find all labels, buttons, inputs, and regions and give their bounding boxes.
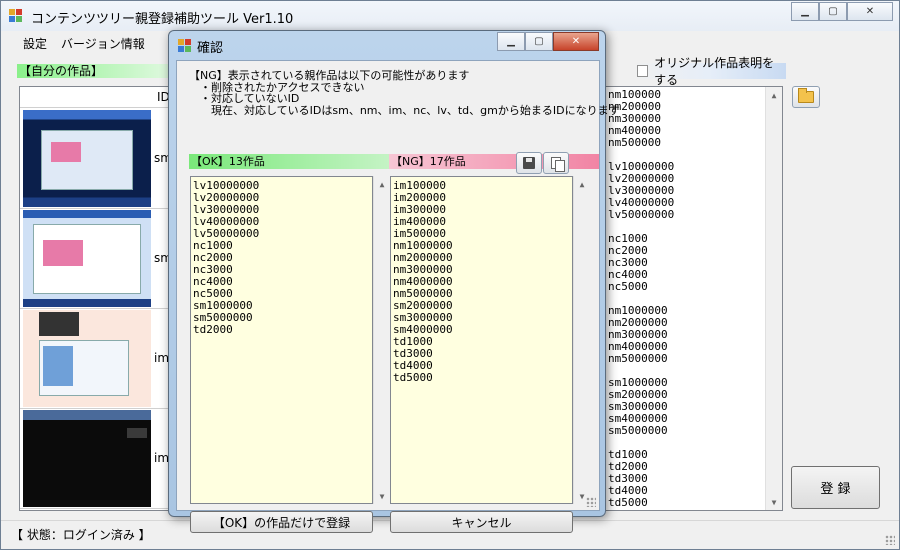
dialog-maximize-button[interactable]: ▢ (525, 32, 553, 51)
ok-list[interactable]: lv10000000 lv20000000 lv30000000 lv40000… (190, 176, 390, 504)
status-text: 【 状態：ログイン済み 】 (11, 528, 151, 542)
save-button[interactable] (516, 152, 542, 174)
grid-cell-id: im (154, 451, 169, 465)
maximize-icon: ▢ (828, 6, 838, 17)
original-checkbox-row[interactable]: オリジナル作品表明をする (631, 56, 786, 87)
minimize-icon: ▁ (801, 6, 809, 17)
ng-list[interactable]: im100000 im200000 im300000 im400000 im50… (390, 176, 590, 504)
dialog-body: 【NG】表示されている親作品は以下の可能性があります ・削除されたかアクセスでき… (176, 60, 620, 533)
window-title: コンテンツツリー親登録補助ツール Ver1.10 (31, 12, 294, 27)
grid-cell-id: im (154, 351, 169, 365)
scroll-down-icon[interactable]: ▼ (766, 494, 782, 510)
ng-list-box[interactable]: im100000 im200000 im300000 im400000 im50… (390, 176, 573, 504)
close-icon: ✕ (571, 36, 581, 47)
scroll-up-icon[interactable]: ▲ (766, 87, 782, 103)
scroll-up-icon[interactable]: ▲ (574, 176, 590, 192)
copy-button[interactable] (543, 152, 569, 174)
title-bar[interactable]: コンテンツツリー親登録補助ツール Ver1.10 ▁ ▢ ✕ (1, 1, 899, 31)
table-row[interactable]: im (20, 309, 169, 409)
confirm-dialog: 確認 ▁ ▢ ✕ 【NG】表示されている親作品は以下の可能性があります ・削除さ… (168, 30, 620, 533)
grid-cell-id: sm (154, 151, 168, 165)
close-icon: ✕ (865, 6, 875, 17)
scroll-down-icon[interactable]: ▼ (374, 488, 390, 504)
dialog-title: 確認 (197, 41, 224, 56)
ng-list-text: im100000 im200000 im300000 im400000 im50… (393, 179, 453, 384)
parent-ids-text: nm100000 nm200000 nm300000 nm400000 nm50… (608, 88, 675, 509)
grid-cell-id: sm (154, 251, 168, 265)
thumbnail (23, 410, 151, 507)
dialog-message: 【NG】表示されている親作品は以下の可能性があります ・削除されたかアクセスでき… (189, 69, 620, 117)
dialog-minimize-button[interactable]: ▁ (497, 32, 525, 51)
ok-list-scrollbar[interactable]: ▲ ▼ (373, 176, 390, 504)
thumbnail (23, 310, 151, 407)
minimize-button[interactable]: ▁ (791, 2, 819, 21)
register-button[interactable]: 登 録 (791, 466, 880, 509)
thumbnail (23, 210, 151, 307)
parent-ids-textarea[interactable]: nm100000 nm200000 nm300000 nm400000 nm50… (605, 86, 783, 511)
minimize-icon: ▁ (507, 36, 515, 47)
app-icon (9, 9, 23, 23)
menu-bar: 設定 バージョン情報 (1, 32, 153, 54)
table-row[interactable]: sm (20, 109, 168, 209)
dialog-app-icon (178, 39, 192, 53)
works-grid[interactable]: ID sm sm im (19, 86, 169, 511)
original-checkbox[interactable] (637, 65, 649, 77)
maximize-icon: ▢ (534, 36, 544, 47)
register-ok-only-button[interactable]: 【OK】の作品だけで登録 (190, 511, 373, 533)
ng-list-scrollbar[interactable]: ▲ ▼ (573, 176, 590, 504)
resize-grip-icon[interactable] (885, 535, 895, 545)
ok-list-header: 【OK】13作品 (189, 154, 399, 169)
close-button[interactable]: ✕ (847, 2, 893, 21)
scroll-up-icon[interactable]: ▲ (374, 176, 390, 192)
grid-header: ID (20, 87, 168, 108)
original-checkbox-label: オリジナル作品表明をする (654, 56, 775, 87)
folder-icon (798, 88, 814, 103)
save-icon (523, 157, 535, 169)
open-folder-button[interactable] (792, 86, 820, 108)
table-row[interactable]: im (20, 409, 169, 509)
dialog-close-button[interactable]: ✕ (553, 32, 599, 51)
cancel-button[interactable]: キャンセル (390, 511, 573, 533)
ok-list-box[interactable]: lv10000000 lv20000000 lv30000000 lv40000… (190, 176, 373, 504)
menu-settings[interactable]: 設定 (1, 32, 55, 54)
maximize-button[interactable]: ▢ (819, 2, 847, 21)
table-row[interactable]: sm (20, 209, 168, 309)
thumbnail (23, 110, 151, 207)
copy-icon (551, 157, 565, 172)
menu-version-info[interactable]: バージョン情報 (55, 32, 153, 54)
ok-list-text: lv10000000 lv20000000 lv30000000 lv40000… (193, 179, 260, 336)
dialog-resize-grip-icon[interactable] (586, 497, 596, 507)
parent-ids-scrollbar[interactable]: ▲ ▼ (765, 87, 782, 510)
